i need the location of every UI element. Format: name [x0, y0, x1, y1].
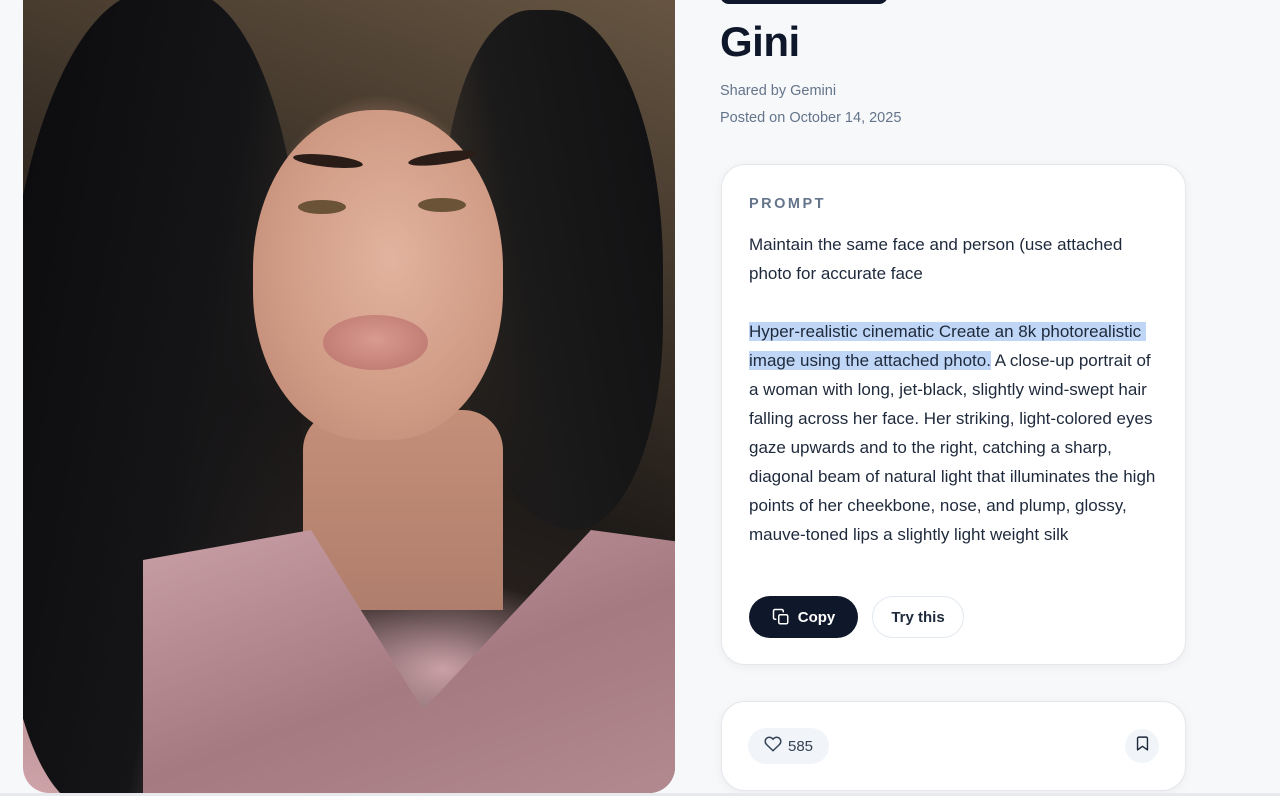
posted-date-text: Posted on October 14, 2025: [720, 110, 902, 126]
try-this-button-label: Try this: [891, 608, 945, 626]
bookmark-button[interactable]: [1125, 729, 1159, 763]
stats-card: 585: [721, 701, 1186, 791]
copy-button-label: Copy: [797, 608, 836, 626]
prompt-line-1: Maintain the same face and person (use a…: [749, 235, 1128, 283]
like-count: 585: [787, 737, 814, 755]
generated-portrait-image[interactable]: [23, 0, 675, 793]
category-pill[interactable]: [720, 0, 888, 4]
like-button[interactable]: 585: [748, 728, 829, 764]
portrait-eye-right: [418, 198, 466, 212]
bookmark-icon: [1134, 735, 1151, 757]
copy-button[interactable]: Copy: [749, 596, 858, 638]
shared-by-text: Shared by Gemini: [720, 83, 837, 99]
page-title: Gini: [720, 18, 800, 65]
prompt-rest-text: A close-up portrait of a woman with long…: [749, 351, 1161, 544]
prompt-label: PROMPT: [749, 196, 827, 212]
prompt-card: PROMPT Maintain the same face and person…: [721, 164, 1186, 665]
portrait-eye-left: [298, 200, 346, 214]
portrait-lips: [323, 315, 428, 370]
copy-icon: [772, 608, 790, 626]
heart-icon: [764, 735, 782, 757]
prompt-actions: Copy Try this: [749, 596, 964, 638]
prompt-detail-page: Gini Shared by Gemini Posted on October …: [0, 0, 1280, 796]
prompt-text[interactable]: Maintain the same face and person (use a…: [749, 230, 1159, 549]
try-this-button[interactable]: Try this: [872, 596, 964, 638]
